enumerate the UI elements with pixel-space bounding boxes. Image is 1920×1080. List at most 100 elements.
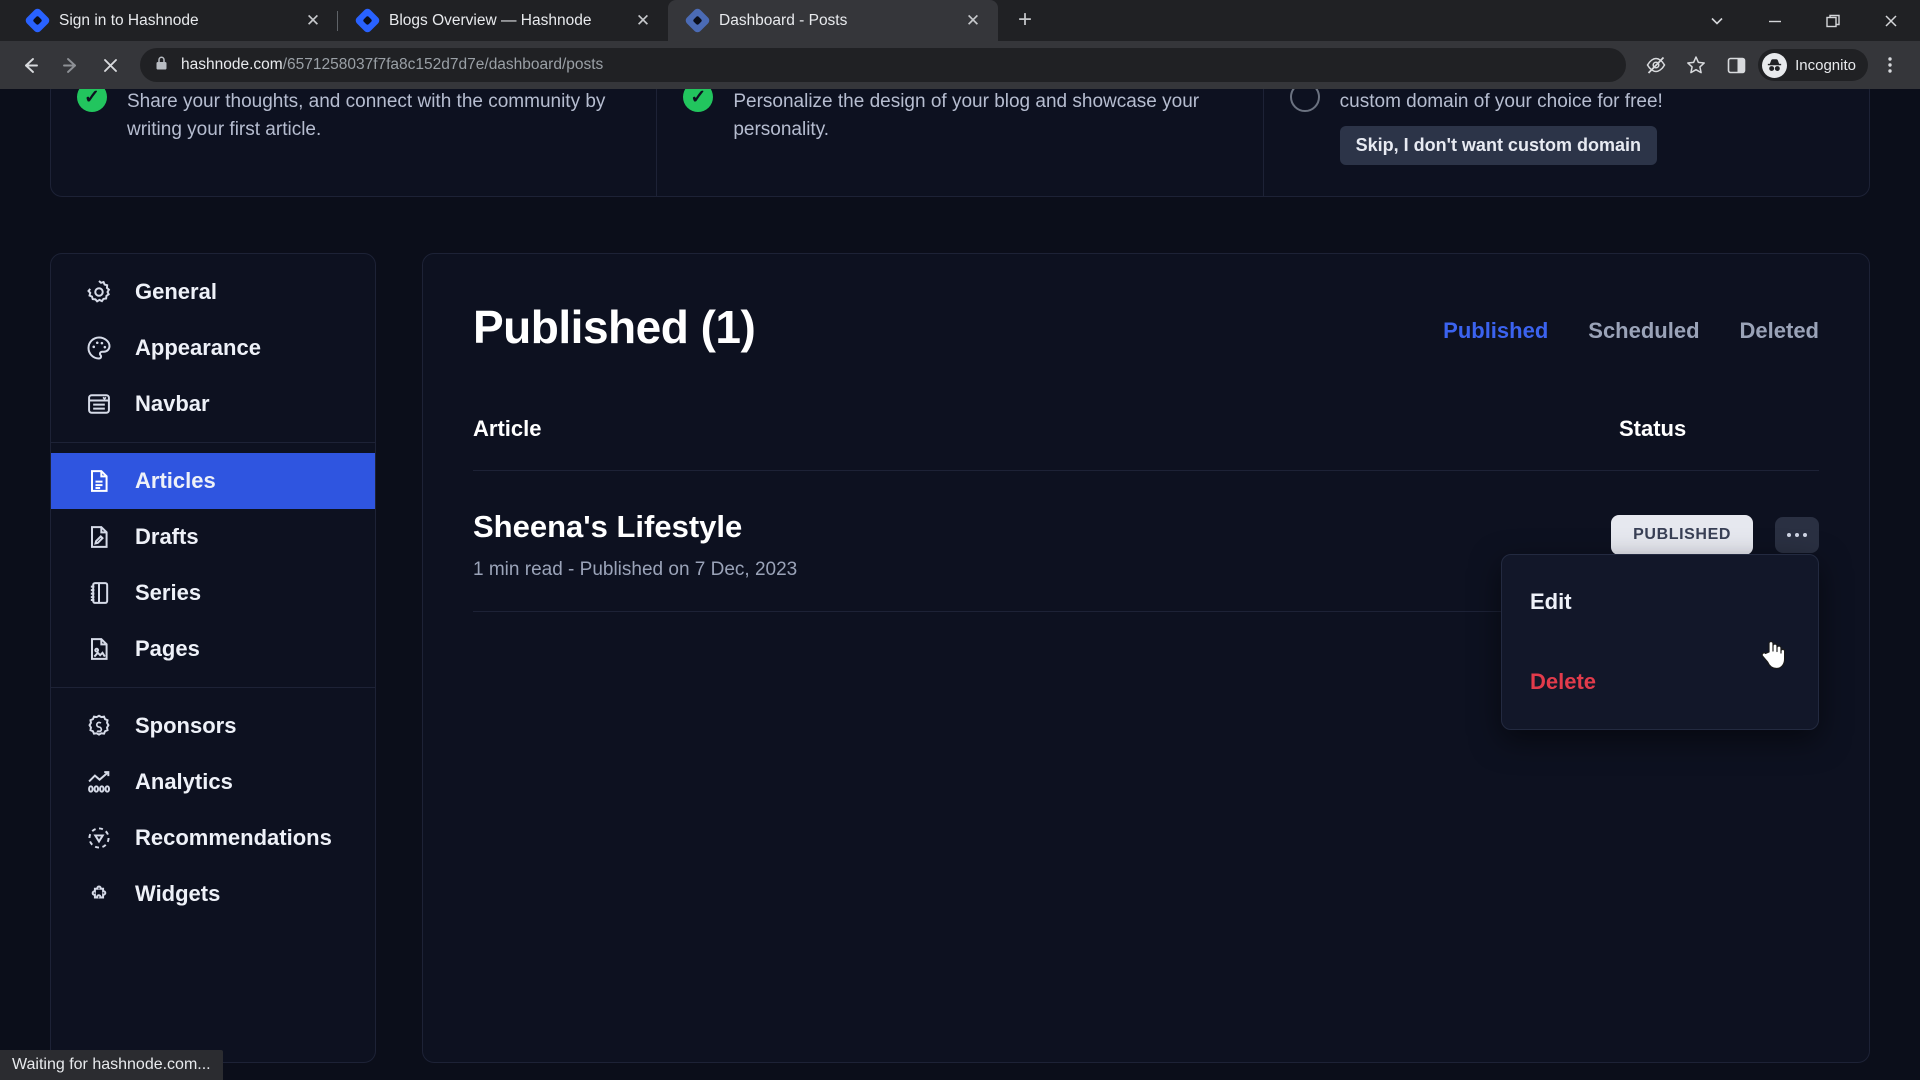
skip-custom-domain-button[interactable]: Skip, I don't want custom domain	[1339, 125, 1657, 165]
sidebar-item-label: General	[135, 279, 217, 304]
browser-tab-2[interactable]: Blogs Overview — Hashnode ✕	[338, 0, 668, 41]
gear-icon	[85, 278, 113, 306]
hashnode-logo-icon	[354, 7, 381, 34]
browser-window: Sign in to Hashnode ✕ Blogs Overview — H…	[0, 0, 1920, 1080]
third-party-cookie-blocked-icon[interactable]	[1638, 47, 1674, 83]
bookmark-star-icon[interactable]	[1678, 47, 1714, 83]
url-text: hashnode.com/6571258037f7fa8c152d7d7e/da…	[181, 56, 603, 74]
puzzle-icon	[85, 880, 113, 908]
incognito-icon	[1762, 52, 1788, 78]
onboarding-card-text: Share your thoughts, and connect with th…	[127, 91, 606, 140]
sidebar-item-label: Recommendations	[135, 825, 332, 850]
sidebar-item-pages[interactable]: Pages	[51, 621, 375, 677]
forward-icon[interactable]	[52, 47, 88, 83]
tab-published[interactable]: Published	[1443, 318, 1548, 344]
sidebar-item-series[interactable]: Series	[51, 565, 375, 621]
sidebar-item-widgets[interactable]: Widgets	[51, 866, 375, 922]
article-title[interactable]: Sheena's Lifestyle	[473, 509, 1611, 545]
table-header: Article Status	[473, 416, 1819, 471]
column-header-article: Article	[473, 416, 542, 441]
window-controls	[1688, 0, 1920, 41]
onboarding-card-text: Personalize the design of your blog and …	[733, 91, 1200, 140]
tab-close-icon[interactable]: ✕	[302, 10, 324, 32]
sidebar-group-growth: Sponsors Analytics Recommendations Widge…	[51, 687, 375, 932]
sidebar-item-label: Series	[135, 580, 202, 605]
posts-panel: Published (1) Published Scheduled Delete…	[422, 253, 1870, 1063]
incognito-profile-button[interactable]: Incognito	[1758, 49, 1868, 81]
back-icon[interactable]	[12, 47, 48, 83]
menu-item-delete[interactable]: Delete	[1502, 627, 1818, 707]
sidebar-item-label: Sponsors	[135, 713, 237, 738]
article-meta: 1 min read - Published on 7 Dec, 2023	[473, 559, 798, 580]
sidebar-group-content: Articles Drafts Series Pages	[51, 442, 375, 687]
tab-scheduled[interactable]: Scheduled	[1588, 318, 1699, 344]
sidebar-item-label: Articles	[135, 468, 216, 493]
sidebar-item-label: Pages	[135, 636, 200, 661]
panel-header: Published (1) Published Scheduled Delete…	[473, 300, 1819, 354]
sidebar-group-settings: General Appearance Navbar	[51, 254, 375, 442]
document-pencil-icon	[85, 523, 113, 551]
dollar-badge-icon	[85, 712, 113, 740]
book-icon	[85, 579, 113, 607]
chevron-down-icon[interactable]	[1688, 0, 1746, 41]
onboarding-card-2: ✓ Personalize the design of your blog an…	[657, 89, 1264, 196]
circle-outline-icon	[1289, 89, 1320, 112]
browser-tab-3[interactable]: Dashboard - Posts ✕	[668, 0, 998, 41]
sidebar-item-label: Appearance	[135, 335, 261, 360]
page-viewport: ✓ Share your thoughts, and connect with …	[0, 89, 1920, 1080]
tab-close-icon[interactable]: ✕	[962, 10, 984, 32]
more-options-icon[interactable]	[1775, 517, 1819, 553]
sidebar-item-articles[interactable]: Articles	[51, 453, 375, 509]
column-header-status: Status	[1619, 416, 1687, 441]
check-circle-filled-icon: ✓	[77, 89, 107, 112]
browser-tab-1[interactable]: Sign in to Hashnode ✕	[8, 0, 338, 41]
onboarding-banner-wrap: ✓ Share your thoughts, and connect with …	[0, 89, 1920, 207]
menu-item-edit[interactable]: Edit	[1502, 577, 1818, 627]
sidebar-item-label: Analytics	[135, 769, 233, 794]
stop-loading-icon[interactable]	[92, 47, 128, 83]
lock-icon	[154, 55, 169, 76]
recommendations-icon	[85, 824, 113, 852]
tab-title: Sign in to Hashnode	[59, 11, 199, 29]
sidebar-item-navbar[interactable]: Navbar	[51, 376, 375, 432]
side-panel-icon[interactable]	[1718, 47, 1754, 83]
sidebar-item-general[interactable]: General	[51, 264, 375, 320]
new-tab-button[interactable]: +	[1008, 3, 1042, 37]
browser-toolbar: hashnode.com/6571258037f7fa8c152d7d7e/da…	[0, 41, 1920, 89]
chrome-menu-icon[interactable]	[1872, 47, 1908, 83]
restore-icon[interactable]	[1804, 0, 1862, 41]
tab-deleted[interactable]: Deleted	[1740, 318, 1819, 344]
sidebar-item-sponsors[interactable]: Sponsors	[51, 698, 375, 754]
tab-close-icon[interactable]: ✕	[632, 10, 654, 32]
minimize-icon[interactable]	[1746, 0, 1804, 41]
chart-icon	[85, 768, 113, 796]
sidebar-item-drafts[interactable]: Drafts	[51, 509, 375, 565]
document-image-icon	[85, 635, 113, 663]
sidebar-item-label: Drafts	[135, 524, 199, 549]
hashnode-logo-icon	[24, 7, 51, 34]
hashnode-loading-icon	[684, 7, 711, 34]
palette-icon	[85, 334, 113, 362]
tab-title: Blogs Overview — Hashnode	[389, 11, 592, 29]
onboarding-card-1: ✓ Share your thoughts, and connect with …	[51, 89, 658, 196]
address-bar[interactable]: hashnode.com/6571258037f7fa8c152d7d7e/da…	[140, 48, 1627, 82]
sidebar-item-appearance[interactable]: Appearance	[51, 320, 375, 376]
article-info: Sheena's Lifestyle 1 min read - Publishe…	[473, 509, 1611, 581]
sidebar-item-recommendations[interactable]: Recommendations	[51, 810, 375, 866]
onboarding-card-text: custom domain of your choice for free!	[1339, 91, 1663, 112]
url-path: /6571258037f7fa8c152d7d7e/dashboard/post…	[282, 56, 604, 73]
close-icon[interactable]	[1862, 0, 1920, 41]
row-context-menu: Edit Delete	[1501, 554, 1819, 730]
page-title: Published (1)	[473, 301, 756, 353]
dashboard-sidebar: General Appearance Navbar Articles Draft…	[50, 253, 376, 1063]
tab-strip: Sign in to Hashnode ✕ Blogs Overview — H…	[0, 0, 1920, 41]
tab-title: Dashboard - Posts	[719, 11, 848, 29]
dashboard-content: General Appearance Navbar Articles Draft…	[0, 207, 1920, 1063]
sidebar-item-label: Navbar	[135, 391, 210, 416]
onboarding-banner: ✓ Share your thoughts, and connect with …	[50, 89, 1870, 197]
onboarding-card-3: custom domain of your choice for free! S…	[1264, 89, 1869, 196]
status-tabs: Published Scheduled Deleted	[1443, 300, 1819, 344]
sidebar-item-analytics[interactable]: Analytics	[51, 754, 375, 810]
status-bar: Waiting for hashnode.com...	[0, 1050, 223, 1080]
check-circle-filled-icon: ✓	[683, 89, 714, 112]
